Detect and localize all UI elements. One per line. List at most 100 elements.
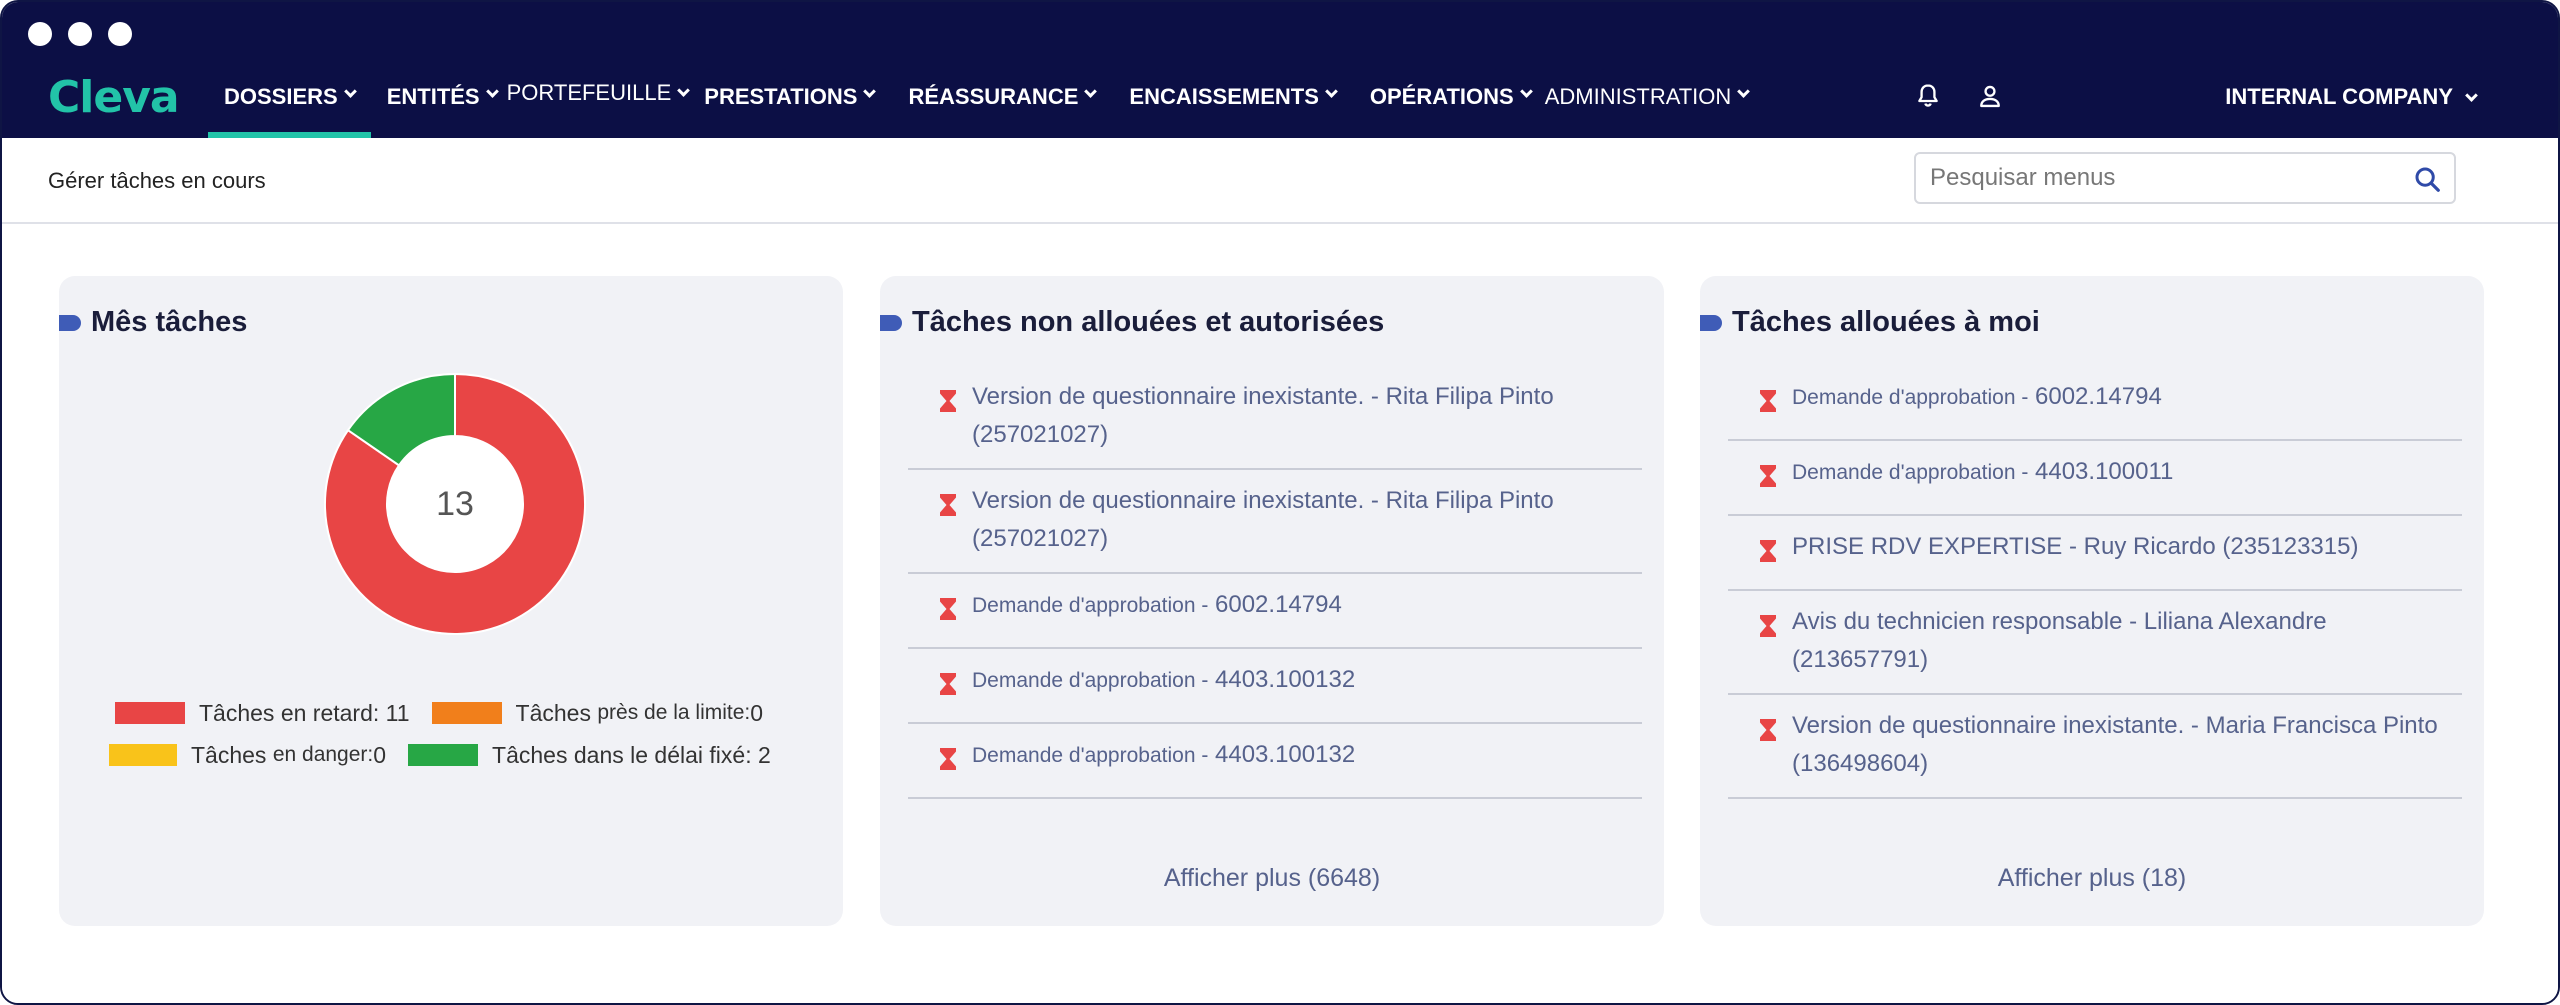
legend-label: Tâches dans le délai fixé: [492,741,752,768]
task-item[interactable]: Demande d'approbation - 6002.14794 [1728,366,2462,441]
search-input[interactable] [1930,162,2390,194]
task-text: Demande d'approbation - 4403.100011 [1792,453,2442,500]
nav-item-portefeuille[interactable]: PORTEFEUILLE [506,78,691,138]
legend-danger[interactable]: Tâches en danger: 0 [109,742,386,769]
chevron-down-icon [1519,85,1533,98]
task-item[interactable]: Demande d'approbation - 4403.100011 [1728,441,2462,516]
show-more-link[interactable]: Afficher plus (6648) [880,864,1664,893]
window-dot-minimize[interactable] [68,22,92,46]
my-tasks-card: Mês tâches 13 Tâches en retard: 11 Tâche… [59,276,843,926]
task-item[interactable]: Avis du technicien responsable - Liliana… [1728,591,2462,695]
task-reference: 6002.14794 [2035,383,2162,410]
nav-label: PORTEFEUILLE [506,80,672,105]
chevron-down-icon [485,85,499,98]
dashboard-content: Mês tâches 13 Tâches en retard: 11 Tâche… [2,226,2558,1003]
legend-label-sub: près de la limite: [597,701,751,724]
menu-search [1914,152,2456,204]
hourglass-icon [938,387,960,454]
task-text: Demande d'approbation - 6002.14794 [1792,378,2442,425]
nav-item-prestations[interactable]: PRESTATIONS [704,78,877,138]
window-controls [28,22,132,46]
main-nav: DOSSIERS ENTITÉS PORTEFEUILLE PRESTATION… [208,78,1751,138]
task-item[interactable]: Demande d'approbation - 4403.100132 [908,649,1642,724]
legend-late[interactable]: Tâches en retard: 11 [115,700,410,727]
unassigned-tasks-card: Tâches non allouées et autorisées Versio… [880,276,1664,926]
legend-value: 2 [757,741,771,768]
task-reference: 4403.100132 [1215,741,1356,768]
legend-value: 11 [385,699,410,726]
task-item[interactable]: PRISE RDV EXPERTISE - Ruy Ricardo (23512… [1728,516,2462,591]
nav-label: OPÉRATIONS [1369,84,1514,109]
task-type: Demande d'approbation - [972,669,1209,692]
task-reference: Avis du technicien responsable - Liliana… [1792,608,2327,673]
card-title: Tâches non allouées et autorisées [880,306,1384,339]
task-item[interactable]: Version de questionnaire inexistante. - … [1728,695,2462,799]
legend-on-time[interactable]: Tâches dans le délai fixé: 2 [408,742,771,769]
task-item[interactable]: Demande d'approbation - 6002.14794 [908,574,1642,649]
company-label: INTERNAL COMPANY [2225,84,2453,109]
nav-item-reassurance[interactable]: RÉASSURANCE [908,78,1098,138]
company-selector[interactable]: INTERNAL COMPANY [2225,84,2478,110]
legend-swatch-on-time [408,744,479,766]
task-text: PRISE RDV EXPERTISE - Ruy Ricardo (23512… [1792,528,2442,575]
card-title-text: Tâches non allouées et autorisées [912,306,1385,338]
task-text: Avis du technicien responsable - Liliana… [1792,603,2442,679]
hourglass-icon [1758,387,1780,425]
show-more-link[interactable]: Afficher plus (18) [1700,864,2484,893]
task-reference: Version de questionnaire inexistante. - … [1792,712,2438,777]
chevron-down-icon [343,85,357,98]
hourglass-icon [1758,716,1780,783]
nav-item-administration[interactable]: ADMINISTRATION [1544,78,1751,138]
app-window: Cleva DOSSIERS ENTITÉS PORTEFEUILLE PRES… [0,0,2560,1005]
task-list: Demande d'approbation - 6002.14794 Demand… [1728,366,2462,799]
donut-total: 13 [436,484,474,523]
hourglass-icon [938,595,960,633]
chevron-down-icon [1084,85,1098,98]
bell-icon[interactable] [1914,82,1942,115]
task-list: Version de questionnaire inexistante. - … [908,366,1642,799]
window-dot-close[interactable] [28,22,52,46]
card-title-text: Mês tâches [91,306,248,338]
task-item[interactable]: Version de questionnaire inexistante. - … [908,366,1642,470]
nav-icon-group [1914,82,2004,115]
user-icon[interactable] [1976,82,2004,115]
hourglass-icon [938,745,960,783]
task-reference: 6002.14794 [1215,591,1342,618]
nav-label: DOSSIERS [224,84,338,109]
task-type: Demande d'approbation - [972,594,1209,617]
title-tag-icon [880,314,902,331]
task-reference: 4403.100132 [1215,666,1356,693]
sub-header: Gérer tâches en cours [2,138,2558,224]
search-icon[interactable] [2412,164,2442,199]
assigned-tasks-card: Tâches allouées à moi Demande d'approbat… [1700,276,2484,926]
chevron-down-icon [677,84,691,97]
task-text: Demande d'approbation - 4403.100132 [972,661,1622,708]
nav-item-encaissements[interactable]: ENCAISSEMENTS [1129,78,1338,138]
legend-swatch-danger [109,744,177,766]
task-type: Demande d'approbation - [972,744,1209,767]
task-text: Demande d'approbation - 4403.100132 [972,736,1622,783]
nav-label: PRESTATIONS [704,84,858,109]
chevron-down-icon [2465,88,2478,102]
tasks-donut-chart: 13 [315,364,595,644]
task-type: Demande d'approbation - [1792,461,2029,484]
nav-item-dossiers[interactable]: DOSSIERS [208,78,371,138]
chevron-down-icon [1737,85,1751,98]
task-type: Demande d'approbation - [1792,386,2029,409]
nav-label: ADMINISTRATION [1544,84,1732,109]
task-item[interactable]: Version de questionnaire inexistante. - … [908,470,1642,574]
card-title: Tâches allouées à moi [1700,306,2040,339]
app-logo[interactable]: Cleva [48,72,180,123]
legend-label: Tâches [515,699,591,726]
chart-legend: Tâches en retard: 11 Tâches près de la l… [109,692,835,776]
legend-near-limit[interactable]: Tâches près de la limite: 0 [431,699,763,727]
title-tag-icon [59,314,81,331]
hourglass-icon [1758,612,1780,679]
nav-item-operations[interactable]: OPÉRATIONS [1369,78,1533,138]
legend-label: Tâches en retard: [199,699,380,726]
window-dot-maximize[interactable] [108,22,132,46]
nav-item-entites[interactable]: ENTITÉS [387,78,499,138]
task-text: Version de questionnaire inexistante. - … [972,482,1622,558]
legend-swatch-late [115,702,185,724]
task-item[interactable]: Demande d'approbation - 4403.100132 [908,724,1642,799]
